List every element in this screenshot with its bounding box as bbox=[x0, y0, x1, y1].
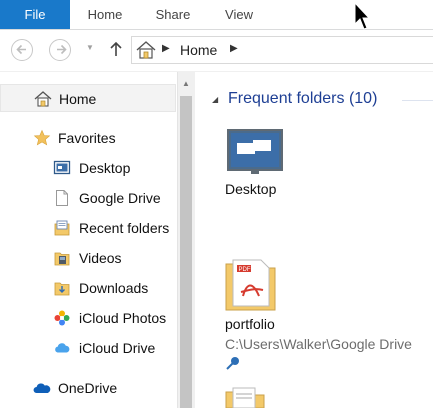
sidebar-item-recent-folders[interactable]: Recent folders bbox=[0, 214, 176, 242]
home-icon bbox=[136, 41, 156, 59]
svg-text:PDF: PDF bbox=[239, 267, 251, 273]
nav-pane-scrollbar[interactable]: ▲ bbox=[177, 72, 195, 408]
group-collapse-icon[interactable]: ◢ bbox=[212, 95, 218, 104]
downloads-icon bbox=[54, 282, 70, 296]
desktop-folder-icon bbox=[227, 129, 283, 174]
desktop-icon bbox=[53, 160, 71, 175]
folder-icon[interactable] bbox=[225, 386, 265, 408]
address-row: ▼ ▶ Home ▶ bbox=[0, 30, 433, 72]
star-icon bbox=[33, 129, 51, 146]
address-bar[interactable]: ▶ Home ▶ bbox=[131, 36, 433, 64]
pin-icon[interactable] bbox=[225, 356, 241, 372]
tab-home[interactable]: Home bbox=[70, 0, 140, 29]
content-pane: ◢ Frequent folders (10) Desktop PDF port… bbox=[195, 72, 433, 408]
sidebar-item-label: iCloud Photos bbox=[79, 310, 167, 326]
folder-tile-desktop[interactable]: Desktop bbox=[223, 127, 373, 207]
sidebar-item-favorites[interactable]: Favorites bbox=[0, 124, 176, 152]
sidebar-item-google-drive[interactable]: Google Drive bbox=[0, 184, 176, 212]
sidebar-item-label: OneDrive bbox=[58, 380, 118, 396]
forward-button[interactable] bbox=[49, 39, 71, 61]
arrow-left-icon bbox=[15, 44, 26, 55]
group-header[interactable]: Frequent folders (10) bbox=[228, 90, 377, 108]
scrollbar-thumb[interactable] bbox=[180, 96, 192, 408]
sidebar-item-label: Downloads bbox=[79, 280, 149, 296]
breadcrumb-separator-icon[interactable]: ▶ bbox=[162, 43, 170, 54]
sidebar-item-label: Recent folders bbox=[79, 220, 170, 236]
sidebar-item-downloads[interactable]: Downloads bbox=[0, 274, 176, 302]
sidebar-item-label: Videos bbox=[79, 250, 122, 266]
recent-locations-dropdown[interactable]: ▼ bbox=[86, 43, 94, 52]
sidebar-item-onedrive[interactable]: OneDrive bbox=[0, 374, 176, 402]
arrow-up-icon bbox=[110, 41, 122, 56]
folder-tile-portfolio[interactable]: PDF portfolio C:\Users\Walker\Google Dri… bbox=[223, 252, 433, 372]
breadcrumb-home[interactable]: Home bbox=[180, 42, 217, 58]
recent-folders-icon bbox=[54, 220, 70, 236]
up-button[interactable] bbox=[109, 40, 123, 63]
sidebar-item-home[interactable]: Home bbox=[0, 84, 176, 112]
folder-path: C:\Users\Walker\Google Drive bbox=[225, 336, 412, 352]
videos-icon bbox=[54, 252, 70, 266]
sidebar-item-icloud-photos[interactable]: iCloud Photos bbox=[0, 304, 176, 332]
tab-view[interactable]: View bbox=[206, 0, 272, 29]
group-divider bbox=[402, 100, 433, 101]
back-button[interactable] bbox=[11, 39, 33, 61]
mouse-cursor-icon bbox=[354, 2, 370, 30]
home-icon bbox=[34, 91, 52, 107]
tab-file[interactable]: File bbox=[0, 0, 70, 29]
document-icon bbox=[56, 190, 68, 206]
navigation-pane: Home Favorites Desktop Google Drive Rece… bbox=[0, 72, 176, 408]
folder-name: Desktop bbox=[225, 181, 277, 197]
sidebar-item-desktop[interactable]: Desktop bbox=[0, 154, 176, 182]
scroll-up-arrow-icon[interactable]: ▲ bbox=[182, 79, 190, 88]
sidebar-item-label: Home bbox=[59, 91, 97, 107]
onedrive-icon bbox=[33, 383, 51, 393]
sidebar-item-label: iCloud Drive bbox=[79, 340, 156, 356]
folder-icon: PDF bbox=[225, 259, 276, 311]
sidebar-item-icloud-drive[interactable]: iCloud Drive bbox=[0, 334, 176, 362]
arrow-right-icon bbox=[56, 44, 67, 55]
sidebar-item-label: Google Drive bbox=[79, 190, 161, 206]
sidebar-item-label: Desktop bbox=[79, 160, 131, 176]
breadcrumb-separator-icon[interactable]: ▶ bbox=[230, 43, 238, 54]
sidebar-item-label: Favorites bbox=[58, 130, 116, 146]
folder-name: portfolio bbox=[225, 316, 275, 332]
sidebar-item-videos[interactable]: Videos bbox=[0, 244, 176, 272]
icloud-drive-icon bbox=[55, 343, 70, 353]
icloud-photos-icon bbox=[54, 310, 70, 326]
tab-share[interactable]: Share bbox=[140, 0, 206, 29]
